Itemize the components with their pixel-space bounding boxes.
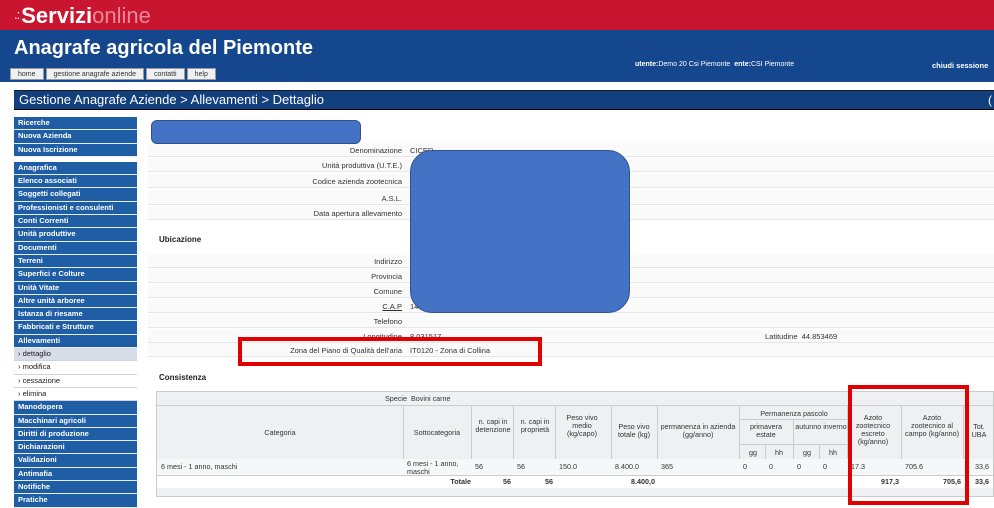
total-detenzione: 56: [503, 477, 511, 486]
col-capi-proprieta: n. capi in proprietà: [520, 417, 550, 434]
nav-tab-home[interactable]: home: [10, 68, 44, 80]
section-ubicazione: Ubicazione: [159, 235, 202, 244]
sidebar-subitem-modifica[interactable]: › modifica: [14, 361, 137, 375]
sidebar-item-pratiche[interactable]: Pratiche: [14, 494, 137, 508]
top-brand-bar: .:Servizionline: [0, 0, 994, 30]
col-sottocategoria: Sottocategoria: [413, 428, 461, 437]
redaction-block: [410, 150, 630, 313]
sidebar-item-altre-unita[interactable]: Altre unità arboree: [14, 294, 137, 309]
sidebar-item-macchinari[interactable]: Macchinari agricoli: [14, 414, 137, 428]
sidebar-item-nuova-iscrizione[interactable]: Nuova Iscrizione: [14, 143, 137, 157]
sidebar-subitem-dettaglio[interactable]: › dettaglio: [14, 348, 137, 362]
col-autunno-inverno: autunno inverno: [795, 422, 847, 431]
row-proprieta: 56: [517, 462, 525, 471]
col-permanenza-pascolo: Permanenza pascolo: [760, 409, 828, 418]
row-gg2: 0: [797, 462, 801, 471]
sidebar-item-anagrafica[interactable]: Anagrafica: [14, 161, 137, 176]
sidebar-item-antimafia[interactable]: Antimafia: [14, 467, 137, 482]
col-primavera-estate: primavera estate: [750, 422, 782, 439]
sidebar-item-manodopera[interactable]: Manodopera: [14, 401, 137, 415]
row-peso-totale: 8.400.0: [615, 462, 639, 471]
highlight-zona-qualita: [238, 337, 542, 366]
servizionline-logo: .:Servizionline: [14, 3, 151, 28]
user-info: utente:Demo 20 Csi Piemonte ente:CSI Pie…: [635, 61, 795, 68]
col-gg-2: gg: [803, 448, 811, 457]
app-title: Anagrafe agricola del Piemonte: [14, 37, 313, 59]
breadcrumb: Gestione Anagrafe Aziende > Allevamenti …: [14, 90, 994, 110]
col-peso-medio: Peso vivo medio (kg/capo): [566, 413, 598, 438]
nav-tab-contatti[interactable]: contatti: [146, 68, 185, 80]
total-proprieta: 56: [545, 477, 553, 486]
sidebar-item-conti-correnti[interactable]: Conti Correnti: [14, 215, 137, 229]
total-peso: 8.400,0: [631, 477, 655, 486]
sidebar-item-allevamenti[interactable]: Allevamenti: [14, 334, 137, 349]
total-label: Totale: [450, 477, 471, 486]
sidebar-item-unita-produttive[interactable]: Unità produttive: [14, 228, 137, 242]
sidebar-item-elenco-associati[interactable]: Elenco associati: [14, 175, 137, 189]
col-capi-detenzione: n. capi in detenzione: [475, 417, 511, 434]
section-consistenza: Consistenza: [159, 373, 207, 382]
col-gg-1: gg: [749, 448, 757, 457]
col-tot-uba: Tot. UBA: [971, 422, 987, 439]
sidebar-subitem-cessazione[interactable]: › cessazione: [14, 374, 137, 388]
sidebar-menu: Ricerche Nuova Azienda Nuova Iscrizione …: [14, 117, 137, 508]
main-nav: home gestione anagrafe aziende contatti …: [10, 68, 218, 80]
col-hh-1: hh: [775, 448, 783, 457]
row-gg1: 0: [743, 462, 747, 471]
col-hh-2: hh: [829, 448, 837, 457]
row-permanenza: 365: [661, 462, 673, 471]
sidebar-item-unita-vitate[interactable]: Unità Vitate: [14, 281, 137, 295]
detail-content: Denominazione CICER Unità produttiva (U.T…: [148, 116, 994, 505]
row-categoria: 6 mesi - 1 anno, maschi: [161, 462, 238, 471]
close-session-link[interactable]: chiudi sessione: [932, 61, 988, 70]
field-telefono: Telefono: [148, 314, 994, 328]
sidebar-item-fabbricati[interactable]: Fabbricati e Strutture: [14, 321, 137, 335]
row-hh1: 0: [769, 462, 773, 471]
redaction-banner: [151, 120, 361, 144]
specie-label: Specie: [385, 394, 407, 403]
sidebar-item-istanza-riesame[interactable]: Istanza di riesame: [14, 308, 137, 322]
sidebar-subitem-elimina[interactable]: › elimina: [14, 387, 137, 402]
nav-tab-help[interactable]: help: [186, 68, 216, 80]
col-categoria: Categoria: [264, 428, 296, 437]
sidebar-item-dichiarazioni[interactable]: Dichiarazioni: [14, 441, 137, 455]
col-peso-totale: Peso vivo totale (kg): [618, 422, 650, 439]
sidebar-item-professionisti[interactable]: Professionisti e consulenti: [14, 201, 137, 216]
sidebar-item-notifiche[interactable]: Notifiche: [14, 481, 137, 495]
row-detenzione: 56: [475, 462, 483, 471]
sidebar-item-ricerche[interactable]: Ricerche: [14, 117, 137, 131]
row-peso-medio: 150.0: [559, 462, 577, 471]
specie-value: Bovini carne: [411, 394, 451, 403]
col-permanenza: permanenza in azienda (gg/anno): [660, 422, 736, 439]
highlight-azoto-columns: [848, 385, 969, 505]
sidebar-item-soggetti-collegati[interactable]: Soggetti collegati: [14, 188, 137, 202]
nav-tab-gestione[interactable]: gestione anagrafe aziende: [45, 68, 145, 80]
row-sottocategoria: 6 mesi - 1 anno, maschi: [407, 459, 459, 476]
sidebar-item-nuova-azienda[interactable]: Nuova Azienda: [14, 130, 137, 144]
sidebar-item-diritti[interactable]: Diritti di produzione: [14, 427, 137, 442]
total-uba: 33,6: [975, 477, 989, 486]
app-header: Anagrafe agricola del Piemonte home gest…: [0, 30, 994, 82]
row-hh2: 0: [823, 462, 827, 471]
sidebar-item-validazioni[interactable]: Validazioni: [14, 454, 137, 468]
row-uba: 33,6: [975, 462, 989, 471]
sidebar-item-superfici[interactable]: Superfici e Colture: [14, 268, 137, 282]
sidebar-item-terreni[interactable]: Terreni: [14, 254, 137, 269]
sidebar-item-documenti[interactable]: Documenti: [14, 241, 137, 255]
